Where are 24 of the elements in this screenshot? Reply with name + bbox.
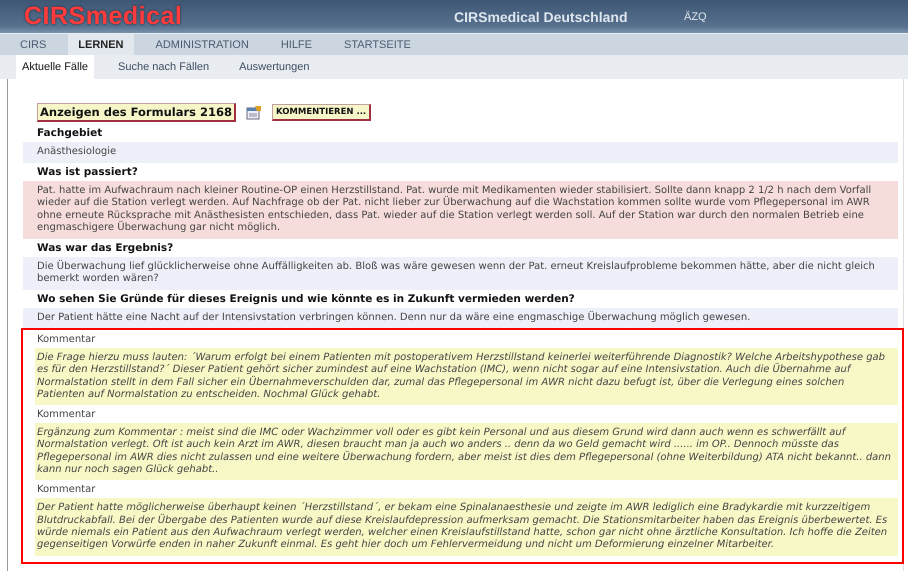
nav-tab[interactable]: LERNEN [68, 34, 134, 55]
field-label: Was war das Ergebnis? [23, 238, 898, 256]
field-value: Pat. hatte im Aufwachraum nach kleiner Routine-OP einen Herzstillstand. Pat. wurde mit Medikamenten wieder stabilisiert. Sollte dann knapp 2 1/2 h nach dem Vorfall wieder auf die Station verlegt werden. Auf Nachfrage ob der Pat. nicht lieber zur Überwachung auf die Wachstation kommen sollte wurde vom Pflegepersonal im AWR ohne erneute Rücksprache mit Anästhesisten entschieden, dass Pat. wieder auf die Station verlegt werden soll. Auf der Station war durch den normalen Betrieb eine engmaschigere Überwachung gar nicht möglich. [23, 180, 898, 238]
site-title: CIRSmedical Deutschland [454, 8, 628, 24]
comment-text: Die Frage hierzu muss lauten: ´Warum erfolgt bei einem Patienten mit postoperativem Herzstillstand keinerlei weiterführende Diagnostik? Welche Arbeitshypothese gab es für den Herzstillstand?´ Dieser Patient gehört sicher zumindest auf eine Wachstation (IMC), wenn nicht sogar auf eine Intensivstation. Auch die Übernahme auf Normalstation stellt in dem Fall sicher ein Übernahmeverschulden dar, zumal das Pflegepersonal im AWR nicht dazu befugt ist, über die Verlegung eines solchen Patienten auf Normalstation zu entscheiden. Nochmal Glück gehabt. [35, 348, 898, 406]
sub-nav-tab[interactable]: Suche nach Fällen [112, 55, 216, 79]
nav-tab[interactable]: ADMINISTRATION [146, 34, 259, 55]
logo-text: CIRSmedical [24, 2, 184, 31]
field-label: Was ist passiert? [23, 162, 898, 180]
field-value: Die Überwachung lief glücklicherweise ohne Auffälligkeiten ab. Bloß was wäre gewesen wenn der Pat. erneut Kreislaufprobleme bekommen hätte, aber die nicht gleich bemerkt worden wären? [23, 256, 898, 290]
field-label: Wo sehen Sie Gründe für dieses Ereignis und wie könnte es in Zukunft vermieden werden? [23, 290, 898, 308]
form-button[interactable]: Anzeigen des Formulars 2168 [37, 103, 236, 122]
comment-text: Der Patient hatte möglicherweise überhaupt keinen ´Herzstillstand´, er bekam eine Spinalanaesthesie und zeigte im AWR lediglich eine Bradykardie mit kurzzeitigem Blutdruckabfall. Bei der Übergabe des Patienten wurde auf diese Kreislaufdepression aufmerksam gemacht. Die Stationsmitarbeiter haben das Ereignis überbewertet. Es würde niemals ein Patient aus den Aufwachraum verlegt werden, welcher einen Kreislaufstillstand hatte, schon gar nicht ohne ärztliche Konsultation. Ich hoffe die Zeiten gegenseitigen Vorwürfe enden in naher Zukunft einmal. Es geht hier doch um Fehlervermeidung und nicht um Deformierung einzelner Mitarbeiter. [35, 498, 898, 556]
field-value: Der Patient hätte eine Nacht auf der Intensivstation verbringen können. Denn nur da wäre eine engmaschige Überwachung möglich gewesen. [23, 308, 898, 328]
comment-button[interactable]: KOMMENTIEREN ... [272, 104, 372, 121]
comment-text: Ergänzung zum Kommentar : meist sind die IMC oder Wachzimmer voll oder es gibt kein Personal und aus diesem Grund wird dann auch wenn es schwerfällt auf Normalstation verlegt. Oft ist auch kein Arzt im AWR, diesen braucht man ja auch wo anders .. denn da wo Geld gemacht wird ...... im OP.. Dennoch müsste das Pflegepersonal im AWR dies nicht zulassen und eine weitere Überwachung fordern, aber meist ist dies dem Pflegepersonal (ohne Weiterbildung) ATA nicht bekannt.. dann kann nur noch sagen Glück gehabt.. [35, 423, 898, 480]
sub-nav-tab[interactable]: Auswertungen [233, 55, 316, 79]
form-icon[interactable] [246, 105, 262, 120]
field-value: Anästhesiologie [23, 142, 898, 162]
sub-nav-tab[interactable]: Aktuelle Fälle [16, 55, 94, 79]
nav-tab[interactable]: STARTSEITE [334, 34, 421, 55]
org-name: ÄZQ [684, 10, 707, 22]
nav-tab[interactable]: CIRS [10, 34, 56, 55]
nav-tab[interactable]: HILFE [270, 34, 322, 55]
